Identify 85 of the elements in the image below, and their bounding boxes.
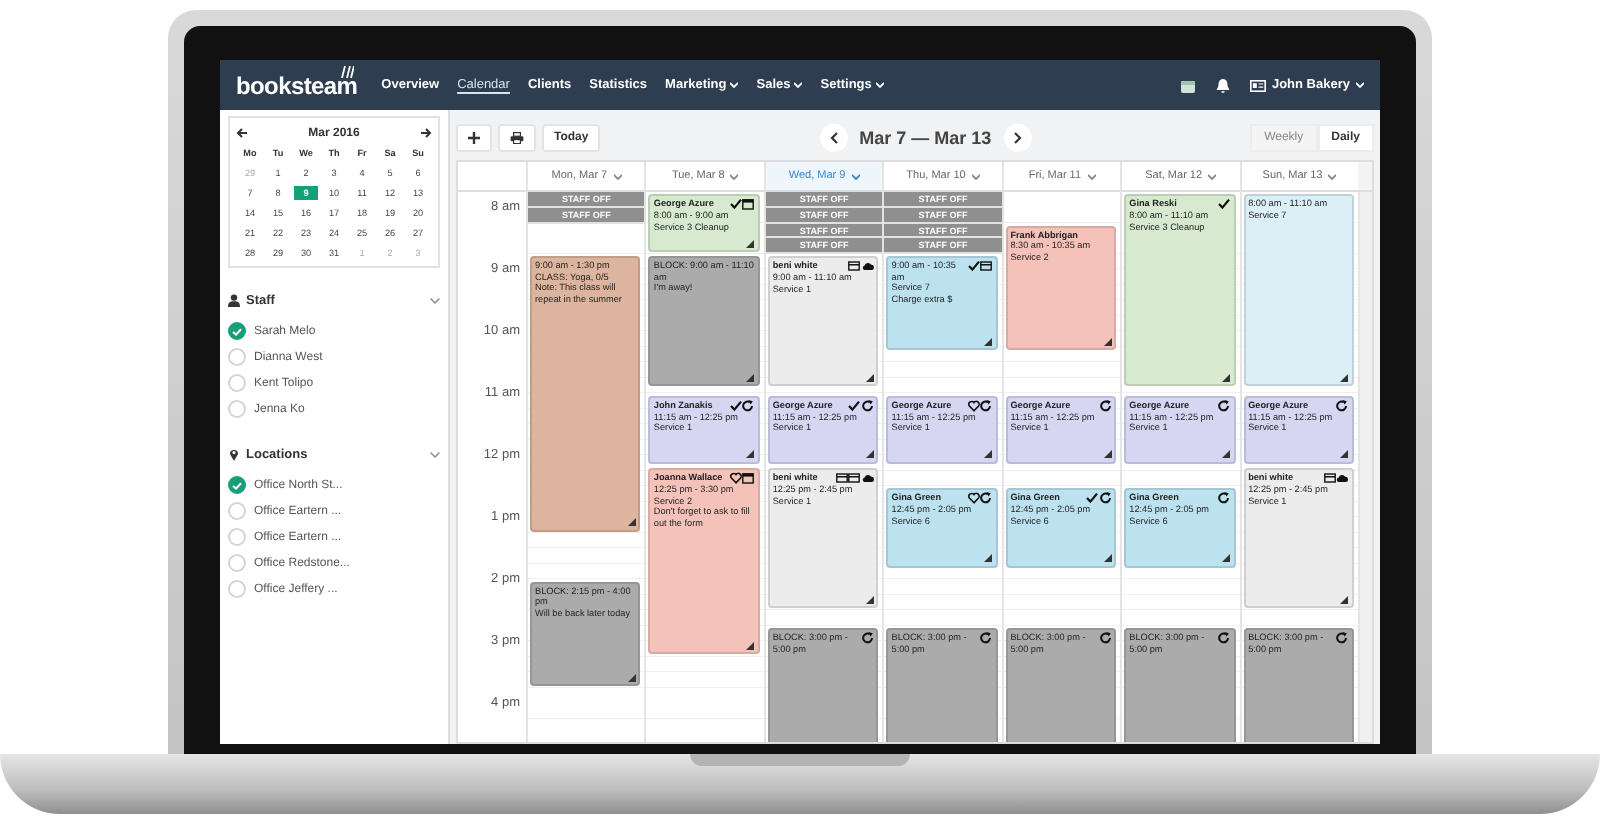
caret-icon: [971, 173, 980, 179]
printer-icon: [510, 131, 524, 143]
check-toggle[interactable]: [228, 322, 246, 340]
previous-button[interactable]: [819, 123, 848, 151]
resize-handle-icon[interactable]: [1340, 450, 1349, 459]
notification-bell-icon[interactable]: [1215, 77, 1230, 93]
caret-icon: [875, 82, 884, 88]
caret-icon: [730, 173, 739, 179]
caret-icon: [851, 173, 860, 179]
heart-icon: [967, 399, 980, 412]
resize-handle-icon[interactable]: [746, 373, 755, 382]
check-icon: [729, 399, 742, 412]
circular-arrow-icon: [1336, 632, 1349, 644]
circular-arrow-icon: [742, 399, 755, 412]
resize-handle-icon[interactable]: [984, 450, 993, 459]
calendar-icon: [742, 471, 755, 484]
resize-handle-icon[interactable]: [1222, 373, 1231, 382]
resize-handle-icon[interactable]: [1340, 595, 1349, 604]
circular-arrow-icon: [980, 399, 993, 412]
caret-icon: [1328, 173, 1337, 179]
caret-icon: [1087, 173, 1096, 179]
chevron-down-icon[interactable]: [430, 452, 440, 458]
chevron-left-icon: [829, 131, 838, 143]
circular-arrow-icon: [1218, 492, 1231, 505]
resize-handle-icon[interactable]: [746, 641, 755, 650]
map-pin-icon: [228, 448, 240, 462]
resize-handle-icon[interactable]: [1222, 450, 1231, 459]
chevron-down-icon[interactable]: [430, 298, 440, 304]
circular-arrow-icon: [1099, 399, 1112, 412]
logo-text: booksteam: [236, 71, 358, 99]
resize-handle-icon[interactable]: [865, 373, 874, 382]
heart-icon: [729, 471, 742, 484]
caret-icon: [794, 82, 803, 88]
cloud-icon: [1336, 471, 1349, 484]
resize-handle-icon[interactable]: [865, 595, 874, 604]
cloud-icon: [861, 471, 874, 484]
chevron-right-icon: [1013, 131, 1022, 143]
resize-handle-icon[interactable]: [984, 554, 993, 563]
add-button[interactable]: [456, 123, 492, 151]
resize-handle-icon[interactable]: [1103, 554, 1112, 563]
resize-handle-icon[interactable]: [627, 518, 636, 526]
calendar-icon[interactable]: [1179, 77, 1196, 93]
caret-icon: [1356, 82, 1364, 88]
calendar-icon: [742, 198, 755, 210]
check-toggle[interactable]: [228, 476, 246, 494]
circular-arrow-icon: [1099, 492, 1112, 505]
heart-icon: [967, 492, 980, 505]
resize-handle-icon[interactable]: [984, 337, 993, 346]
circular-arrow-icon: [1099, 632, 1112, 644]
check-icon: [967, 260, 980, 272]
resize-handle-icon[interactable]: [746, 450, 755, 459]
caret-icon: [1208, 173, 1217, 179]
check-icon: [729, 198, 742, 210]
cloud-icon: [861, 260, 874, 272]
resize-handle-icon[interactable]: [1103, 450, 1112, 459]
circular-arrow-icon: [861, 632, 874, 644]
date-range-title: Mar 7 — Mar 13: [859, 127, 992, 147]
resize-handle-icon[interactable]: [746, 239, 755, 247]
plus-icon: [468, 131, 480, 143]
circular-arrow-icon: [980, 492, 993, 505]
circular-arrow-icon: [1218, 632, 1231, 644]
circular-arrow-icon: [1218, 399, 1231, 412]
card-icon: [848, 260, 861, 272]
next-button[interactable]: [1003, 123, 1032, 151]
card-icon: [980, 260, 993, 272]
check-icon: [848, 399, 861, 412]
logo-marks-icon: [339, 65, 354, 77]
circular-arrow-icon: [1336, 399, 1349, 412]
check-icon: [1086, 492, 1099, 505]
resize-handle-icon[interactable]: [1222, 554, 1231, 563]
resize-handle-icon[interactable]: [627, 673, 636, 681]
card-icon: [1323, 471, 1336, 484]
person-icon: [228, 294, 240, 308]
resize-handle-icon[interactable]: [1103, 337, 1112, 346]
caret-icon: [613, 173, 622, 179]
check-icon: [1218, 198, 1231, 210]
caret-icon: [730, 82, 739, 88]
arrow-right-icon[interactable]: [420, 128, 432, 138]
resize-handle-icon[interactable]: [1340, 373, 1349, 382]
circular-arrow-icon: [861, 399, 874, 412]
resize-handle-icon[interactable]: [865, 450, 874, 459]
circular-arrow-icon: [980, 632, 993, 644]
id-card-icon: [1249, 79, 1266, 91]
arrow-left-icon[interactable]: [236, 128, 248, 138]
print-button[interactable]: [498, 123, 536, 151]
